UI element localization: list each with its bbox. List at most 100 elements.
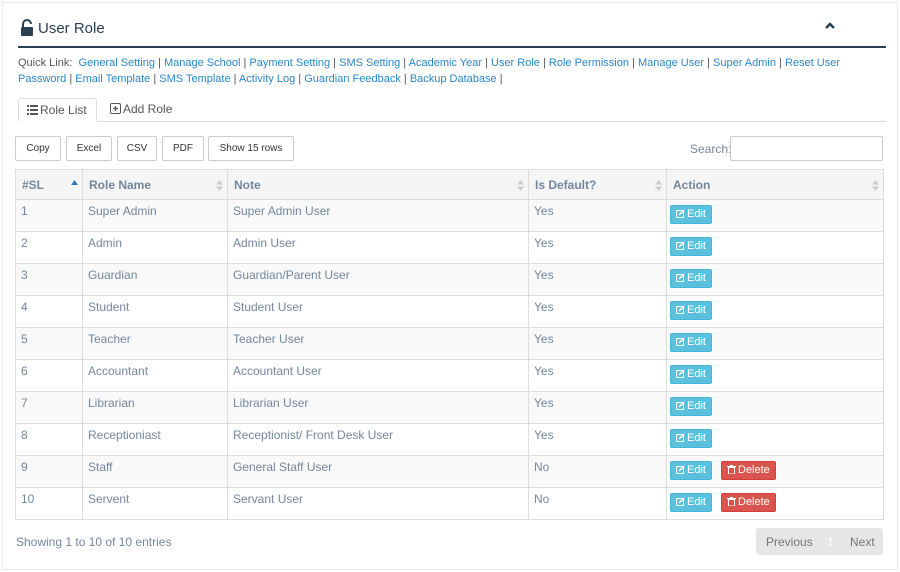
table-row: 2 Admin Admin User Yes Edit (15, 231, 884, 264)
column-header-role-name[interactable]: Role Name (82, 169, 228, 200)
quick-link-separator: | (539, 57, 549, 69)
delete-button-label: Delete (738, 496, 770, 508)
cell-action: Edit (666, 423, 884, 456)
cell-sl: 6 (15, 359, 83, 392)
cell-name: Teacher (82, 327, 228, 360)
edit-icon (676, 337, 685, 346)
column-header-action-label: Action (673, 177, 711, 192)
next-button[interactable]: Next (850, 535, 875, 549)
cell-name: Receptioniast (82, 423, 228, 456)
quick-link-super-admin[interactable]: Super Admin (713, 57, 776, 69)
quick-link-user-role[interactable]: User Role (491, 57, 540, 69)
cell-default: Yes (528, 423, 667, 456)
quick-link-separator: | (150, 72, 160, 85)
table-row: 9 Staff General Staff User No Edit Delete (15, 455, 884, 488)
cell-action: Edit (666, 295, 884, 328)
delete-button[interactable]: Delete (721, 461, 776, 480)
quick-link-guardian-feedback[interactable]: Guardian Feedback (304, 73, 401, 85)
cell-action: Edit (666, 231, 884, 264)
edit-button-label: Edit (687, 496, 706, 508)
table-row: 8 Receptioniast Receptionist/ Front Desk U… (15, 423, 884, 456)
cell-note: Super Admin User (227, 199, 529, 232)
quick-link-backup-database[interactable]: Backup Database (410, 73, 497, 85)
quick-link-email-template[interactable]: Email Template (75, 73, 150, 85)
table-row: 1 Super Admin Super Admin User Yes Edit (15, 199, 884, 232)
column-header-sl[interactable]: #SL (15, 169, 83, 200)
pdf-button[interactable]: PDF (162, 136, 204, 161)
table-row: 3 Guardian Guardian/Parent User Yes Edit (15, 263, 884, 296)
sort-icon (216, 180, 223, 191)
cell-note: Teacher User (227, 327, 529, 360)
quick-link-separator: | (330, 57, 340, 69)
column-header-is-default[interactable]: Is Default? (528, 169, 667, 200)
edit-button-label: Edit (687, 304, 706, 316)
quick-link-role-permission[interactable]: Role Permission (549, 57, 629, 69)
cell-action: Edit Delete (666, 487, 884, 520)
excel-button[interactable]: Excel (66, 136, 112, 161)
cell-sl: 8 (15, 423, 83, 456)
list-icon (27, 105, 38, 115)
cell-sl: 1 (15, 199, 83, 232)
cell-sl: 9 (15, 455, 83, 488)
edit-button[interactable]: Edit (670, 365, 712, 384)
quick-link-academic-year[interactable]: Academic Year (409, 57, 482, 69)
column-header-note[interactable]: Note (227, 169, 529, 200)
tab-role-list[interactable]: Role List (18, 98, 97, 122)
quick-link-separator: | (295, 72, 305, 85)
cell-default: Yes (528, 263, 667, 296)
tab-add-role[interactable]: Add Role (102, 98, 180, 122)
search-label: Search: (690, 142, 732, 156)
title-bar: User Role (18, 18, 886, 48)
edit-button[interactable]: Edit (670, 205, 712, 224)
edit-button[interactable]: Edit (670, 301, 712, 320)
edit-icon (676, 209, 685, 218)
quick-link-manage-school[interactable]: Manage School (164, 57, 240, 69)
quick-link-sms-setting[interactable]: SMS Setting (339, 57, 400, 69)
trash-icon (727, 497, 736, 506)
quick-link-label: Quick Link: (18, 57, 73, 69)
cell-action: Edit (666, 359, 884, 392)
search-input[interactable] (730, 136, 883, 161)
edit-button[interactable]: Edit (670, 493, 712, 512)
action-group: Edit (670, 204, 878, 228)
action-group: Edit (670, 268, 878, 292)
quick-link-payment-setting[interactable]: Payment Setting (249, 57, 330, 69)
quick-link-separator: | (496, 72, 503, 85)
quick-link-manage-user[interactable]: Manage User (638, 57, 704, 69)
quick-link-general-setting[interactable]: General Setting (79, 57, 155, 69)
previous-button[interactable]: Previous (766, 535, 813, 549)
cell-note: Receptionist/ Front Desk User (227, 423, 529, 456)
quick-link-separator: | (230, 72, 239, 85)
edit-button[interactable]: Edit (670, 461, 712, 480)
edit-button[interactable]: Edit (670, 237, 712, 256)
edit-icon (676, 273, 685, 282)
column-header-action[interactable]: Action (666, 169, 884, 200)
edit-button[interactable]: Edit (670, 397, 712, 416)
csv-button[interactable]: CSV (117, 136, 157, 161)
edit-button[interactable]: Edit (670, 333, 712, 352)
edit-button[interactable]: Edit (670, 429, 712, 448)
copy-button[interactable]: Copy (15, 136, 61, 161)
cell-default: Yes (528, 327, 667, 360)
column-header-role-name-label: Role Name (89, 177, 152, 192)
cell-sl: 10 (15, 487, 83, 520)
table-row: 5 Teacher Teacher User Yes Edit (15, 327, 884, 360)
quick-link-activity-log[interactable]: Activity Log (239, 73, 295, 85)
edit-button-label: Edit (687, 336, 706, 348)
cell-sl: 2 (15, 231, 83, 264)
delete-button[interactable]: Delete (721, 493, 776, 512)
cell-default: Yes (528, 231, 667, 264)
action-group: Edit Delete (670, 492, 878, 516)
quick-link-separator: | (628, 57, 638, 69)
cell-action: Edit (666, 327, 884, 360)
show-rows-button[interactable]: Show 15 rows (208, 136, 294, 161)
edit-button[interactable]: Edit (670, 269, 712, 288)
chevron-up-icon[interactable] (824, 20, 836, 32)
unlock-icon (21, 19, 33, 36)
cell-note: Guardian/Parent User (227, 263, 529, 296)
quick-link-separator: | (154, 57, 164, 69)
page-1-button[interactable]: 1 (827, 535, 834, 549)
quick-link-sms-template[interactable]: SMS Template (159, 73, 230, 85)
plus-square-icon (110, 103, 121, 114)
cell-name: Guardian (82, 263, 228, 296)
